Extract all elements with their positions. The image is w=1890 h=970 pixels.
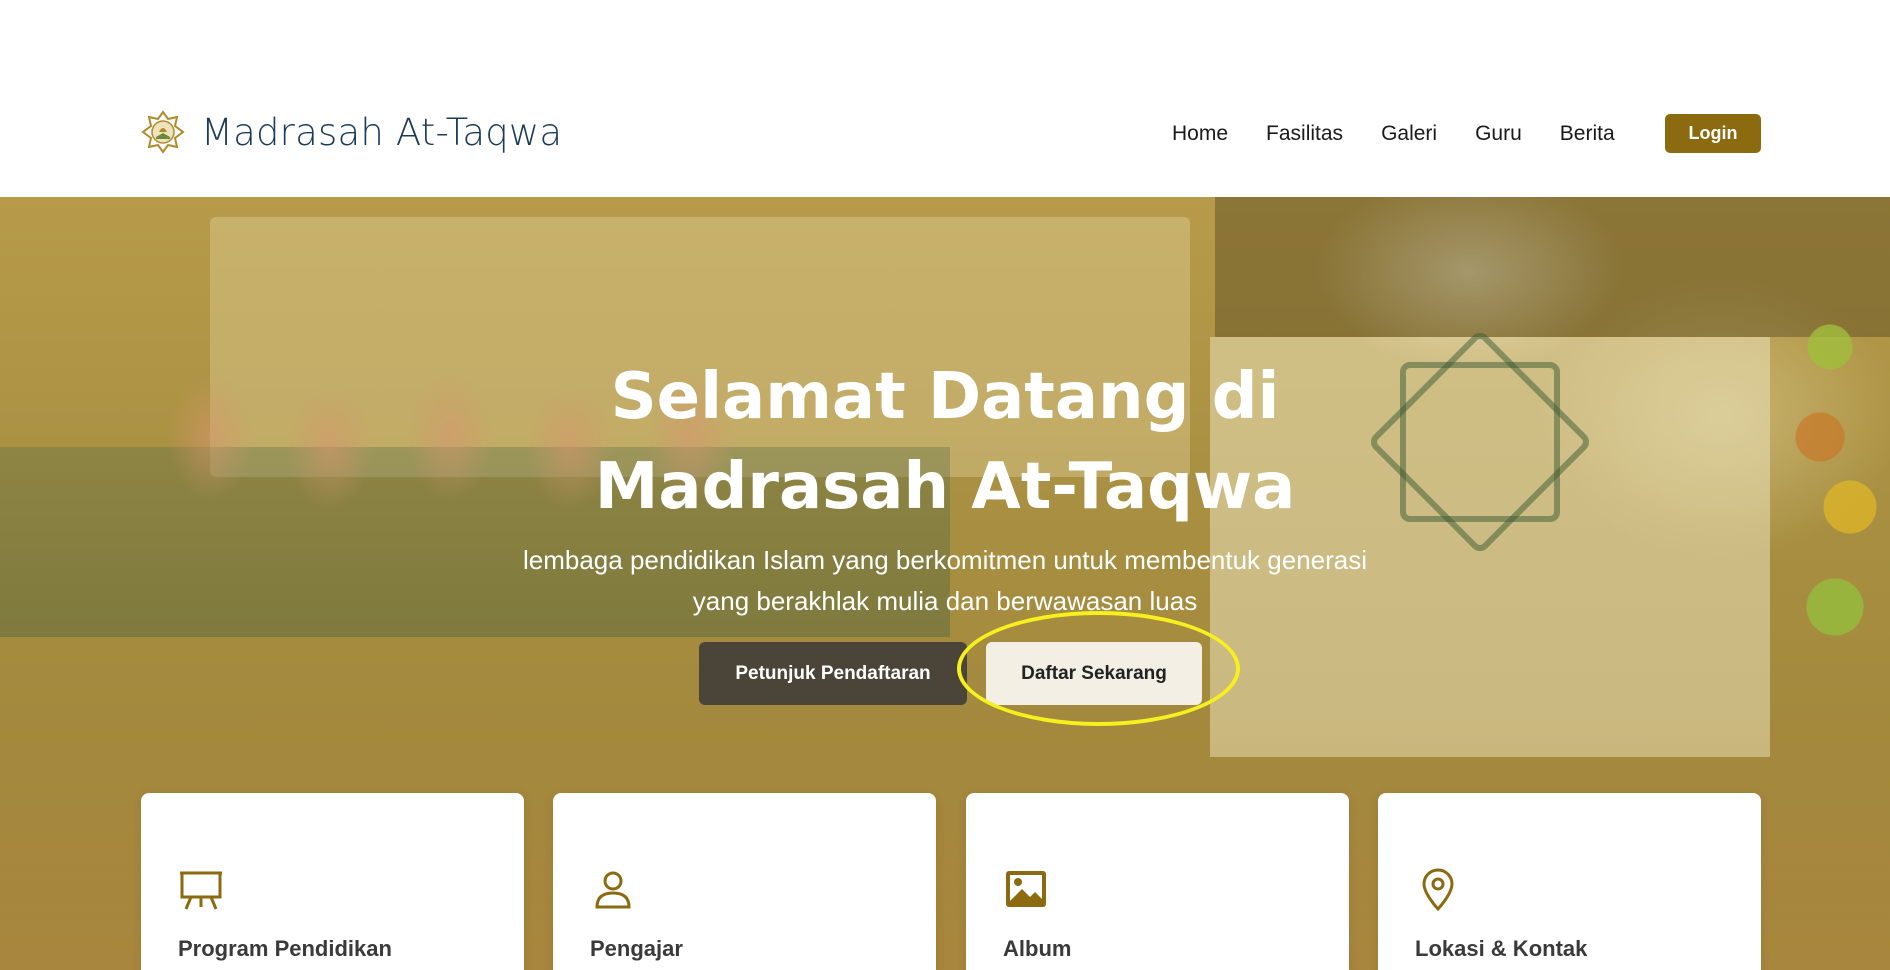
nav-fasilitas[interactable]: Fasilitas xyxy=(1266,114,1343,154)
hero-section: Selamat Datang di Madrasah At-Taqwa lemb… xyxy=(0,197,1890,970)
hero-subtitle: lembaga pendidikan Islam yang berkomitme… xyxy=(0,540,1890,622)
nav-home[interactable]: Home xyxy=(1172,114,1228,154)
card-album[interactable]: Album xyxy=(966,793,1349,970)
nav-berita[interactable]: Berita xyxy=(1560,114,1615,154)
daftar-sekarang-button[interactable]: Daftar Sekarang xyxy=(986,642,1202,705)
hero-subtitle-line2: yang berakhlak mulia dan berwawasan luas xyxy=(692,586,1198,616)
brand-name: Madrasah At-Taqwa xyxy=(201,110,563,154)
user-icon xyxy=(595,871,631,909)
nav-galeri[interactable]: Galeri xyxy=(1381,114,1437,154)
main-nav: Home Fasilitas Galeri Guru Berita xyxy=(1172,114,1653,154)
card-lokasi-kontak[interactable]: Lokasi & Kontak xyxy=(1378,793,1761,970)
card-title: Lokasi & Kontak xyxy=(1415,936,1588,961)
map-pin-icon xyxy=(1422,868,1454,911)
hero-title-line1: Selamat Datang di xyxy=(610,360,1280,434)
card-pengajar[interactable]: Pengajar xyxy=(553,793,936,970)
hero-title-line2: Madrasah At-Taqwa xyxy=(594,450,1296,524)
card-title: Album xyxy=(1003,936,1072,961)
card-title: Program Pendidikan xyxy=(178,936,392,961)
hero-bg-ceiling xyxy=(1215,197,1890,337)
presentation-board-icon xyxy=(180,871,222,910)
card-program-pendidikan[interactable]: Program Pendidikan xyxy=(141,793,524,970)
hero-title: Selamat Datang di Madrasah At-Taqwa xyxy=(0,352,1890,532)
mosque-emblem-icon xyxy=(141,110,185,154)
petunjuk-pendaftaran-button[interactable]: Petunjuk Pendaftaran xyxy=(699,642,967,705)
card-title: Pengajar xyxy=(590,936,683,961)
image-icon xyxy=(1006,871,1046,907)
hero-subtitle-line1: lembaga pendidikan Islam yang berkomitme… xyxy=(522,545,1368,575)
login-button[interactable]: Login xyxy=(1665,114,1761,153)
navbar: Madrasah At-Taqwa Home Fasilitas Galeri … xyxy=(0,0,1890,197)
brand[interactable]: Madrasah At-Taqwa xyxy=(141,110,562,154)
nav-guru[interactable]: Guru xyxy=(1475,114,1522,154)
